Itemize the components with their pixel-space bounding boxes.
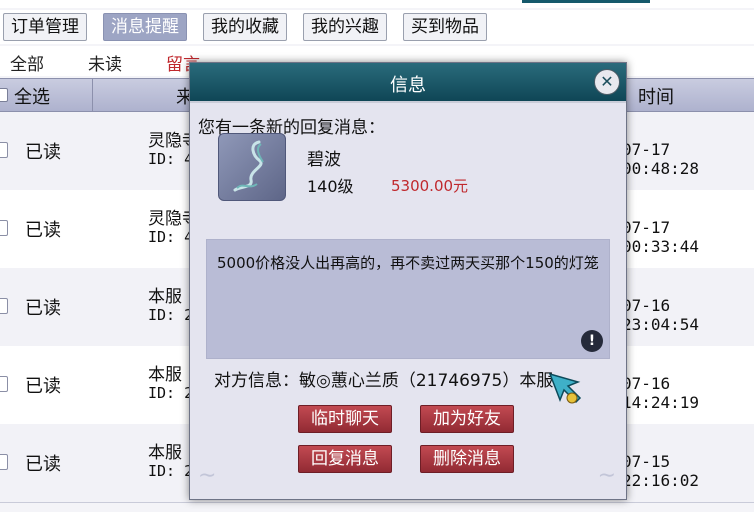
tab-bar: 订单管理 消息提醒 我的收藏 我的兴趣 买到物品 — [0, 10, 754, 44]
message-dialog: 信息 ✕ 您有一条新的回复消息： 碧波 140级 5300.00元 5000价格… — [189, 62, 627, 500]
row-sender-id: ID: 2 — [148, 462, 194, 480]
row-time: 07-17 00:48:28 — [622, 140, 700, 178]
dialog-title: 信息 — [390, 75, 426, 96]
row-time: 07-15 22:16:02 — [622, 452, 700, 490]
add-friend-button[interactable]: 加为好友 — [420, 405, 514, 433]
row-checkbox[interactable] — [0, 298, 8, 314]
reply-message-button[interactable]: 回复消息 — [298, 445, 392, 473]
tab-interests[interactable]: 我的兴趣 — [303, 13, 387, 41]
row-status: 已读 — [25, 142, 61, 163]
temp-chat-button[interactable]: 临时聊天 — [298, 405, 392, 433]
peer-info: 对方信息：敏◎蕙心兰质（21746975）本服 — [214, 371, 554, 391]
row-sender-id: ID: 4 — [148, 150, 194, 168]
message-text: 5000价格没人出再高的，再不卖过两天买那个150的灯笼 — [217, 254, 599, 272]
tab-favorites[interactable]: 我的收藏 — [203, 13, 287, 41]
select-all-checkbox[interactable] — [0, 88, 8, 102]
dialog-header[interactable]: 信息 ✕ — [190, 63, 626, 103]
delete-message-button[interactable]: 删除消息 — [420, 445, 514, 473]
row-sender-id: ID: 2 — [148, 306, 194, 324]
cursor-icon — [548, 372, 582, 404]
row-status: 已读 — [25, 454, 61, 475]
row-time: 07-16 23:04:54 — [622, 296, 700, 334]
header-divider — [92, 79, 93, 111]
row-checkbox[interactable] — [0, 376, 8, 392]
filter-all[interactable]: 全部 — [10, 50, 44, 75]
row-checkbox[interactable] — [0, 454, 8, 470]
tab-purchased[interactable]: 买到物品 — [403, 13, 487, 41]
row-sender-name: 本服 — [148, 287, 182, 307]
filter-unread[interactable]: 未读 — [88, 50, 122, 75]
row-sender-id: ID: 2 — [148, 384, 194, 402]
row-status: 已读 — [25, 220, 61, 241]
row-checkbox[interactable] — [0, 220, 8, 236]
row-time: 07-17 00:33:44 — [622, 218, 700, 256]
close-icon[interactable]: ✕ — [594, 69, 620, 95]
item-price: 5300.00元 — [391, 177, 469, 195]
row-sender-name: 本服 — [148, 443, 182, 463]
top-accent-bar — [522, 0, 650, 3]
time-header: 时间 — [638, 87, 674, 108]
select-all-label[interactable]: 全选 — [14, 83, 50, 109]
top-strip — [0, 0, 754, 8]
row-status: 已读 — [25, 376, 61, 397]
item-icon[interactable] — [218, 133, 286, 201]
message-box: 5000价格没人出再高的，再不卖过两天买那个150的灯笼 ! — [206, 239, 610, 359]
ribbon-icon — [233, 140, 264, 192]
corner-ornament-left: ∼ — [198, 463, 217, 488]
tab-orders[interactable]: 订单管理 — [3, 13, 87, 41]
row-sender-id: ID: 4 — [148, 228, 194, 246]
tab-message-reminder[interactable]: 消息提醒 — [103, 13, 187, 41]
report-warning-icon[interactable]: ! — [581, 330, 603, 352]
item-name: 碧波 — [307, 150, 341, 170]
row-status: 已读 — [25, 298, 61, 319]
row-sender-name: 本服 — [148, 365, 182, 385]
row-checkbox[interactable] — [0, 142, 8, 158]
corner-ornament-right: ∼ — [597, 463, 616, 488]
item-level: 140级 — [307, 177, 354, 196]
row-time: 07-16 14:24:19 — [622, 374, 700, 412]
